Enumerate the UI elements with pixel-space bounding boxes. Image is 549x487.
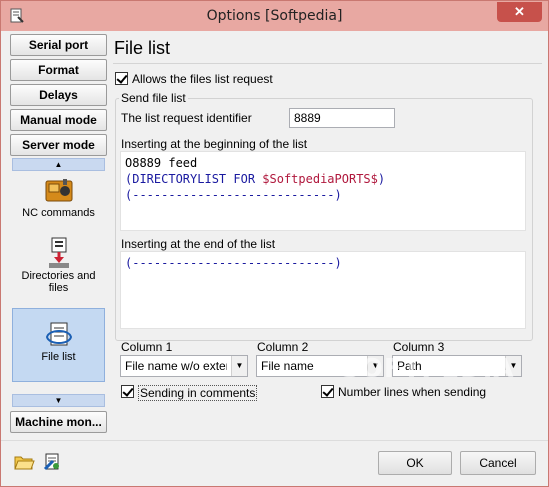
sidebar: Serial port Format Delays Manual mode Se… <box>8 32 109 434</box>
column-1-select[interactable]: File name w/o extension ▼ <box>120 355 248 377</box>
nav-machine-monitor-button[interactable]: Machine mon... <box>10 411 107 433</box>
ok-button[interactable]: OK <box>378 451 452 475</box>
directories-icon <box>48 237 69 268</box>
identifier-label: The list request identifier <box>121 111 252 125</box>
footer-divider <box>1 440 548 441</box>
module-label: File list <box>41 351 76 363</box>
options-window: Options [Softpedia] ✕ Serial port Format… <box>0 0 549 487</box>
nav-delays-button[interactable]: Delays <box>10 84 107 106</box>
chevron-down-icon[interactable]: ▼ <box>231 356 247 376</box>
window-title: Options [Softpedia] <box>206 8 343 24</box>
cancel-button[interactable]: Cancel <box>460 451 536 475</box>
nav-format-button[interactable]: Format <box>10 59 107 81</box>
code-line: (DIRECTORYLIST FOR $SoftpediaPORTS$) <box>125 171 521 187</box>
sending-comments-label: Sending in comments <box>138 385 258 401</box>
nc-commands-icon <box>45 179 72 202</box>
nav-server-mode-button[interactable]: Server mode <box>10 134 107 156</box>
open-folder-icon[interactable] <box>13 451 35 473</box>
code-line: (----------------------------) <box>125 187 521 203</box>
softpedia-watermark: SOFTPEDIA <box>341 354 515 384</box>
column-1-label: Column 1 <box>121 340 173 354</box>
module-scroll-down-button[interactable]: ▼ <box>12 394 105 407</box>
panel-title: File list <box>114 38 171 58</box>
save-settings-icon[interactable] <box>41 451 63 473</box>
code-line: O8889 feed <box>125 155 521 171</box>
begin-list-editor[interactable]: O8889 feed (DIRECTORYLIST FOR $SoftpediaP… <box>120 151 526 231</box>
end-list-label: Inserting at the end of the list <box>121 237 276 251</box>
close-button[interactable]: ✕ <box>497 2 542 22</box>
number-lines-label: Number lines when sending <box>338 385 487 399</box>
module-file-list[interactable]: File list <box>12 308 105 382</box>
nav-manual-mode-button[interactable]: Manual mode <box>10 109 107 131</box>
module-directories-and-files[interactable]: Directories and files <box>12 232 105 302</box>
column-1-value: File name w/o extension <box>125 359 227 373</box>
allow-list-request-label: Allows the files list request <box>132 72 273 86</box>
number-lines-checkbox[interactable] <box>321 385 334 398</box>
code-token: (DIRECTORYLIST FOR <box>125 172 263 186</box>
column-2-label: Column 2 <box>257 340 309 354</box>
code-line: (----------------------------) <box>125 255 521 271</box>
identifier-input[interactable]: 8889 <box>289 108 395 128</box>
title-bar[interactable]: Options [Softpedia] ✕ <box>1 1 548 31</box>
allow-list-request-checkbox[interactable] <box>115 72 128 85</box>
send-file-list-legend: Send file list <box>119 91 188 105</box>
code-token: (----------------------------) <box>125 188 342 202</box>
end-list-editor[interactable]: (----------------------------) <box>120 251 526 329</box>
code-token: O8889 feed <box>125 156 198 170</box>
column-3-label: Column 3 <box>393 340 445 354</box>
title-divider <box>113 63 542 64</box>
nav-serial-port-button[interactable]: Serial port <box>10 34 107 56</box>
sending-comments-checkbox[interactable] <box>121 385 134 398</box>
code-token: ) <box>377 172 386 186</box>
file-list-icon <box>45 322 72 346</box>
module-scroll-up-button[interactable]: ▲ <box>12 158 105 171</box>
code-token: $SoftpediaPORTS$ <box>262 172 378 186</box>
code-token: (----------------------------) <box>125 256 342 270</box>
module-label: NC commands <box>22 207 95 219</box>
module-label: Directories and files <box>21 270 96 294</box>
begin-list-label: Inserting at the beginning of the list <box>121 137 308 151</box>
